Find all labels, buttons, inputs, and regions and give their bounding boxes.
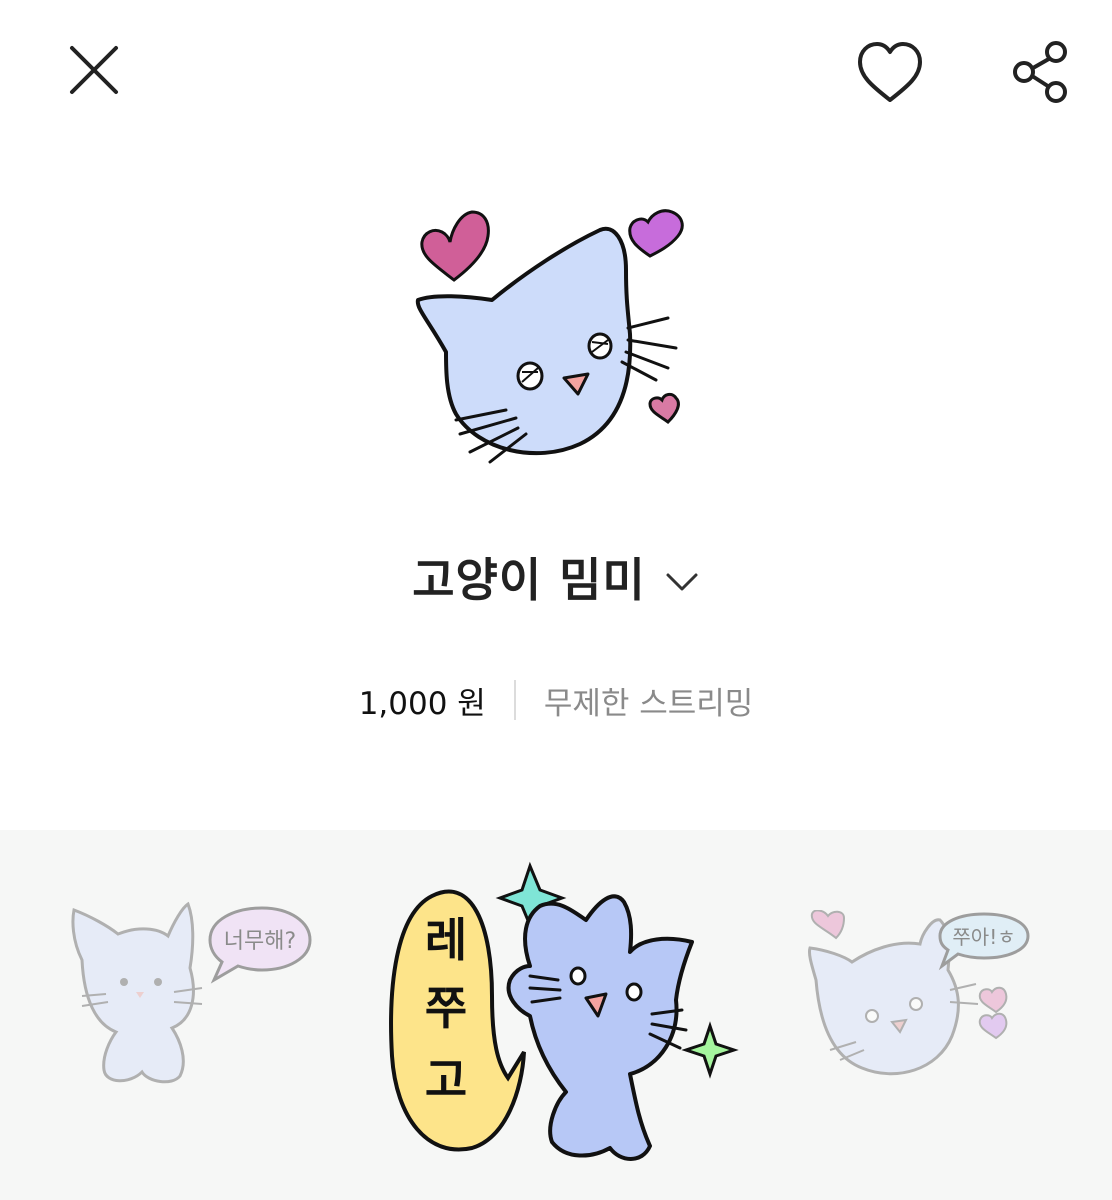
cat-body [71,901,195,1084]
small-heart-icon [648,392,680,424]
top-bar [0,0,1112,150]
cat-head [808,918,960,1076]
share-icon[interactable] [1006,38,1076,106]
bubble-text-center-line1: 레 [425,913,467,967]
chevron-down-icon[interactable] [664,569,700,595]
sticker-preview-strip[interactable]: 너무해? 레 쭈 고 쭈아!ㅎ [0,830,1112,1200]
divider [513,680,516,720]
bubble-text-left: 너무해? [224,929,296,954]
title-row[interactable]: 고양이 밈미 [0,532,1112,622]
sticker-detail-page: 고양이 밈미 1,000 원 무제한 스트리밍 너무해? 레 쭈 고 쭈아!ㅎ [0,0,1112,1200]
streaming-label: 무제한 스트리밍 [543,685,754,722]
price-label: 1,000 원 [358,685,486,722]
bubble-text-center-line2: 쭈 [425,981,467,1035]
price-row: 1,000 원 무제한 스트리밍 [0,672,1112,728]
sticker-preview-right[interactable]: 쭈아!ㅎ [800,909,1050,1100]
sparkle-icon [681,1021,739,1079]
sticker-preview-center[interactable]: 레 쭈 고 [380,846,750,1176]
heart-outline-icon[interactable] [852,38,928,110]
purple-heart-icon [628,209,684,258]
sticker-preview-left[interactable]: 너무해? [62,900,332,1090]
sticker-title: 고양이 밈미 [412,553,646,607]
sticker-main-image [406,200,706,470]
close-icon[interactable] [64,42,124,98]
bubble-text-center-line3: 고 [425,1053,467,1107]
pink-heart-icon [420,210,490,282]
bubble-text-right: 쭈아!ㅎ [952,925,1015,949]
